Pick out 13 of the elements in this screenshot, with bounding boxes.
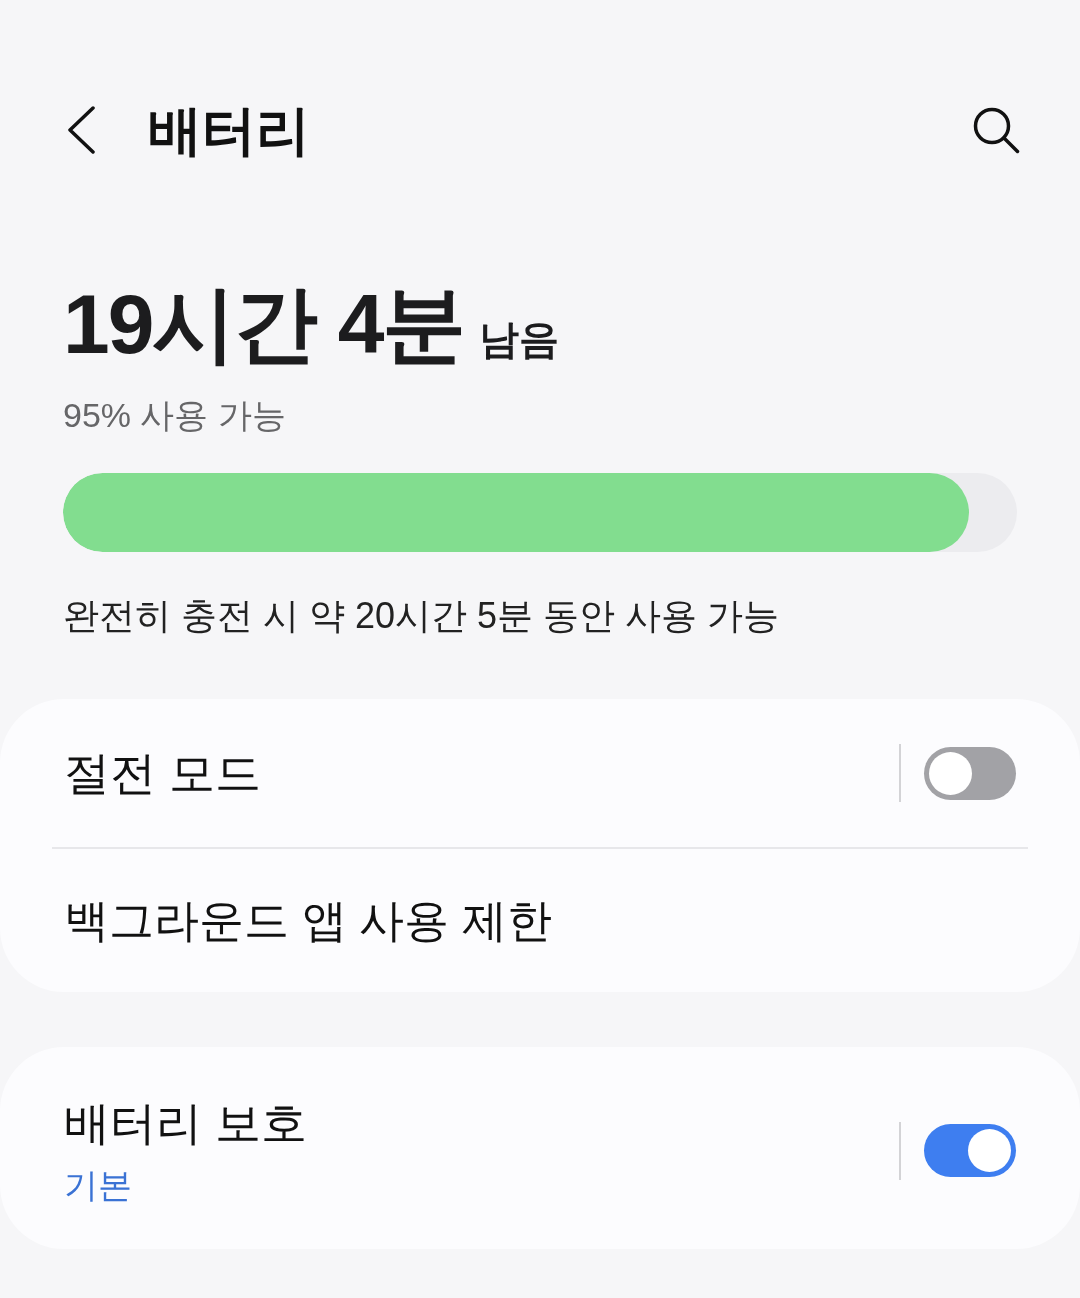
setting-label: 절전 모드: [64, 746, 262, 801]
toggle-switch[interactable]: [924, 1124, 1016, 1177]
menu-item[interactable]: 백그라운드 앱 사용 제한: [0, 849, 1080, 992]
remaining-label: 남음: [478, 317, 559, 361]
setting-status: 기본: [64, 1165, 133, 1206]
remaining-time: 19시간 4분: [63, 282, 465, 366]
toggle-switch[interactable]: [924, 746, 1016, 800]
setting-label: 배터리 보호: [64, 1096, 308, 1151]
page-title: 배터리: [148, 100, 310, 160]
available-percent: 95% 사용 가능: [63, 395, 287, 435]
back-icon[interactable]: [66, 106, 96, 154]
search-icon[interactable]: [972, 106, 1020, 154]
full-charge-estimate: 완전히 충전 시 약 20시간 5분 동안 사용 가능: [63, 594, 781, 638]
